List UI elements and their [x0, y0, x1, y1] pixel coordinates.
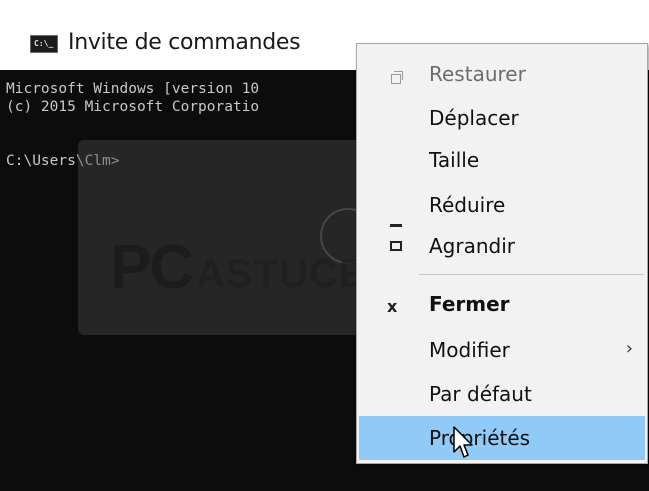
menu-item-label: Modifier — [429, 338, 510, 362]
menu-item-deplacer[interactable]: Déplacer — [359, 96, 645, 140]
watermark-logo-pc: PC — [110, 233, 194, 302]
menu-item-par-defaut[interactable]: Par défaut — [359, 372, 645, 416]
menu-item-agrandir[interactable]: Agrandir — [359, 224, 645, 268]
menu-separator — [419, 274, 644, 275]
menu-item-restaurer[interactable]: Restaurer — [359, 52, 645, 96]
terminal-icon-glyph: C:\_ — [34, 39, 54, 48]
menu-item-label: Par défaut — [429, 382, 532, 406]
menu-item-label: Restaurer — [429, 62, 526, 86]
menu-item-reduire[interactable]: Réduire — [359, 183, 645, 227]
mouse-cursor-icon — [453, 426, 473, 458]
menu-item-fermer[interactable]: Fermer — [359, 282, 645, 326]
menu-item-label: Taille — [429, 148, 480, 172]
command-prompt-window: C:\_ Invite de commandes Microsoft Windo… — [0, 0, 649, 491]
menu-item-label: Fermer — [429, 292, 510, 316]
console-line: Microsoft Windows [version 10 — [6, 81, 260, 97]
menu-item-label: Propriétés — [429, 426, 531, 450]
menu-item-label: Agrandir — [429, 234, 516, 258]
menu-item-label: Déplacer — [429, 106, 519, 130]
chevron-right-icon: › — [625, 338, 633, 359]
menu-item-proprietes[interactable]: Propriétés — [359, 416, 645, 460]
menu-item-modifier[interactable]: Modifier › — [359, 328, 645, 372]
window-title: Invite de commandes — [68, 30, 301, 55]
menu-item-taille[interactable]: Taille — [359, 138, 645, 182]
console-line: (c) 2015 Microsoft Corporatio — [6, 99, 260, 115]
system-context-menu: Restaurer Déplacer Taille Réduire Agrand… — [356, 43, 648, 464]
terminal-icon[interactable]: C:\_ — [30, 35, 58, 53]
menu-item-label: Réduire — [429, 193, 506, 217]
